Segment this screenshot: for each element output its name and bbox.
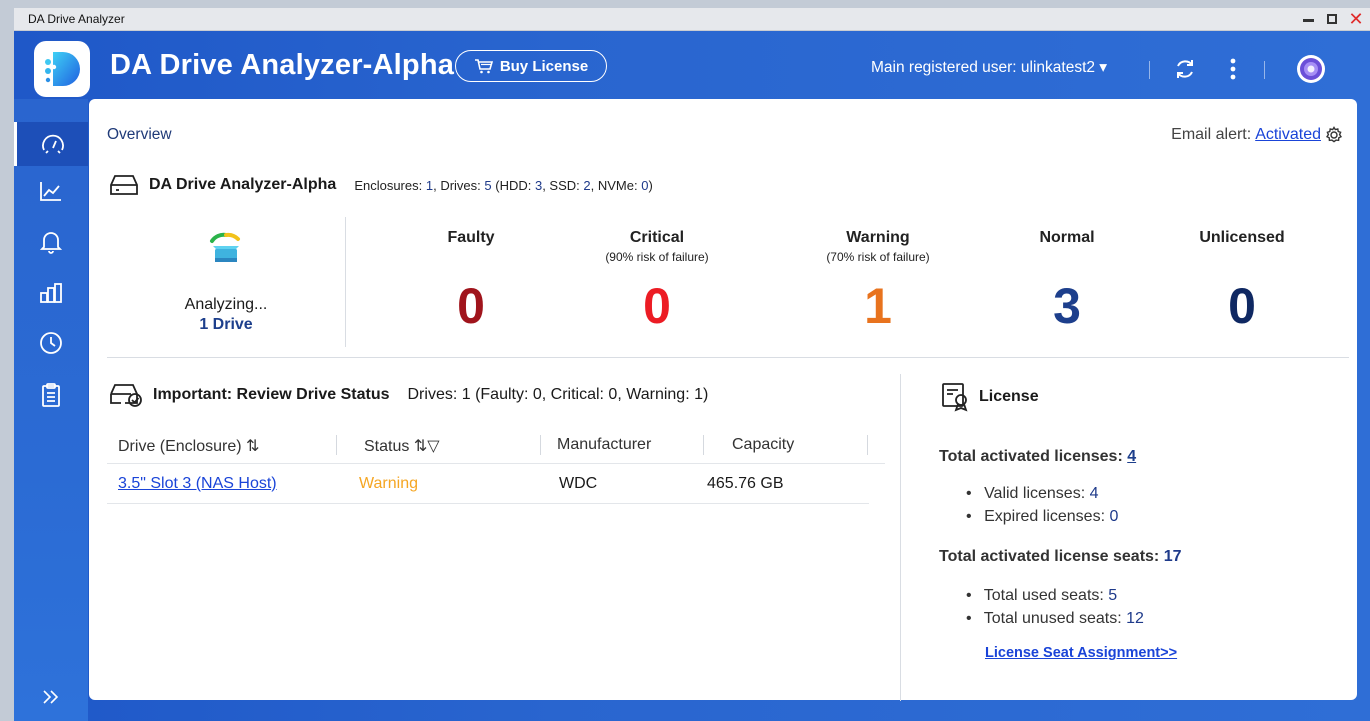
total-license-seats: Total activated license seats: 17 <box>939 548 1182 565</box>
analyzing-label: Analyzing... <box>184 296 268 313</box>
drive-check-icon <box>110 384 142 407</box>
sidebar-item-overview[interactable] <box>14 122 88 166</box>
sidebar-item-trends[interactable] <box>14 169 88 213</box>
sidebar-item-history[interactable] <box>14 321 88 365</box>
stat-value: 0 <box>1228 278 1256 334</box>
summary-info: Enclosures: 1, Drives: 5 (HDD: 3, SSD: 2… <box>354 177 653 193</box>
stat-faulty[interactable]: Faulty 0 <box>381 229 561 334</box>
column-divider <box>900 374 901 701</box>
refresh-icon[interactable] <box>1169 53 1201 85</box>
dashboard-gauge-icon <box>41 134 64 154</box>
expired-licenses: Expired licenses: 0 <box>966 508 1118 526</box>
email-alert: Email alert: Activated <box>1171 126 1343 144</box>
sort-icon[interactable]: ⇅ <box>414 438 427 455</box>
title-bar: DA Drive Analyzer ✕ <box>14 8 1370 31</box>
expand-sidebar-icon[interactable] <box>14 685 88 709</box>
stat-sublabel: (70% risk of failure) <box>826 250 930 264</box>
close-icon[interactable]: ✕ <box>1346 8 1366 30</box>
stat-label: Warning <box>846 229 910 246</box>
review-detail: Drives: 1 (Faulty: 0, Critical: 0, Warni… <box>407 386 709 403</box>
manufacturer-cell: WDC <box>559 475 598 492</box>
stat-normal[interactable]: Normal 3 <box>977 229 1157 334</box>
sidebar <box>14 99 88 721</box>
header-divider <box>1264 61 1265 79</box>
sort-icon[interactable]: ⇅ <box>246 438 259 455</box>
filter-icon[interactable]: ▽ <box>427 438 439 455</box>
column-header-status[interactable]: Status ⇅▽ <box>364 436 440 456</box>
table-row[interactable]: 3.5" Slot 3 (NAS Host) Warning WDC 465.7… <box>107 465 869 504</box>
license-header: License <box>941 382 1039 412</box>
stat-label: Normal <box>1039 229 1095 246</box>
header-divider <box>1149 61 1150 79</box>
analyzing-drive-icon <box>210 232 240 262</box>
maximize-icon[interactable] <box>1322 8 1342 30</box>
stat-value: 0 <box>643 278 671 334</box>
settings-gear-icon[interactable] <box>1325 126 1343 144</box>
summary-header: DA Drive Analyzer-Alpha Enclosures: 1, D… <box>109 174 653 196</box>
buy-license-button[interactable]: Buy License <box>455 50 607 82</box>
minimize-icon[interactable] <box>1298 8 1318 30</box>
main-panel: Overview Email alert: Activated DA Drive… <box>89 99 1357 701</box>
valid-licenses: Valid licenses: 4 <box>966 485 1098 503</box>
buy-license-label: Buy License <box>499 57 589 75</box>
app-title: DA Drive Analyzer-Alpha <box>110 49 455 81</box>
clock-icon <box>40 332 62 354</box>
stat-unlicensed[interactable]: Unlicensed 0 <box>1152 229 1332 334</box>
license-certificate-icon <box>942 383 968 412</box>
review-title: Important: Review Drive Status <box>153 386 390 403</box>
summary-title: DA Drive Analyzer-Alpha <box>149 176 337 193</box>
license-seat-assignment-link[interactable]: License Seat Assignment>> <box>985 645 1177 661</box>
unused-seats: Total unused seats: 12 <box>966 610 1144 628</box>
stat-value: 0 <box>457 278 485 334</box>
email-alert-label: Email alert: <box>1171 126 1252 143</box>
drive-link[interactable]: 3.5" Slot 3 (NAS Host) <box>118 475 277 492</box>
drive-icon <box>110 175 138 195</box>
stat-label: Unlicensed <box>1199 229 1285 246</box>
stat-warning[interactable]: Warning (70% risk of failure) 1 <box>788 229 968 334</box>
sidebar-item-alerts[interactable] <box>14 220 88 264</box>
table-header: Drive (Enclosure) ⇅ Status ⇅▽ Manufactur… <box>107 427 885 464</box>
user-menu[interactable]: Main registered user: ulinkatest2 ▾ <box>871 58 1107 77</box>
total-activated-licenses: Total activated licenses: 4 <box>939 448 1137 465</box>
stat-critical[interactable]: Critical (90% risk of failure) 0 <box>567 229 747 334</box>
more-options-icon[interactable] <box>1217 53 1249 85</box>
status-cell: Warning <box>359 475 418 492</box>
clipboard-icon <box>42 383 60 407</box>
avatar[interactable] <box>1295 53 1327 85</box>
sidebar-item-statistics[interactable] <box>14 271 88 315</box>
email-alert-status-link[interactable]: Activated <box>1255 126 1321 144</box>
bar-chart-icon <box>40 283 62 303</box>
capacity-cell: 465.76 GB <box>707 475 784 492</box>
cart-icon <box>474 59 493 74</box>
analyzing-box: Analyzing... 1 Drive <box>107 217 346 347</box>
stat-value: 3 <box>1053 278 1081 334</box>
app-logo-icon <box>34 41 90 97</box>
stat-value: 1 <box>864 278 892 334</box>
column-header-manufacturer[interactable]: Manufacturer <box>557 436 651 454</box>
page-title: Overview <box>107 126 172 143</box>
window-title: DA Drive Analyzer <box>28 12 125 26</box>
sidebar-item-logs[interactable] <box>14 373 88 417</box>
license-title: License <box>979 388 1039 405</box>
used-seats: Total used seats: 5 <box>966 587 1117 605</box>
line-chart-icon <box>40 182 61 201</box>
stat-sublabel: (90% risk of failure) <box>605 250 709 264</box>
section-divider <box>107 357 1349 358</box>
app-window: DA Drive Analyzer ✕ DA Drive Analyzer-Al… <box>14 8 1370 721</box>
review-header: Important: Review Drive Status Drives: 1… <box>109 382 708 408</box>
column-header-capacity[interactable]: Capacity <box>732 436 794 454</box>
app-header: DA Drive Analyzer-Alpha Buy License Main… <box>14 31 1370 99</box>
bell-icon <box>40 232 62 254</box>
stat-label: Faulty <box>447 229 495 246</box>
analyzing-count: 1 Drive <box>199 316 253 333</box>
column-header-drive[interactable]: Drive (Enclosure) ⇅ <box>118 436 259 456</box>
stat-label: Critical <box>629 229 685 246</box>
total-activated-link[interactable]: 4 <box>1127 448 1136 465</box>
